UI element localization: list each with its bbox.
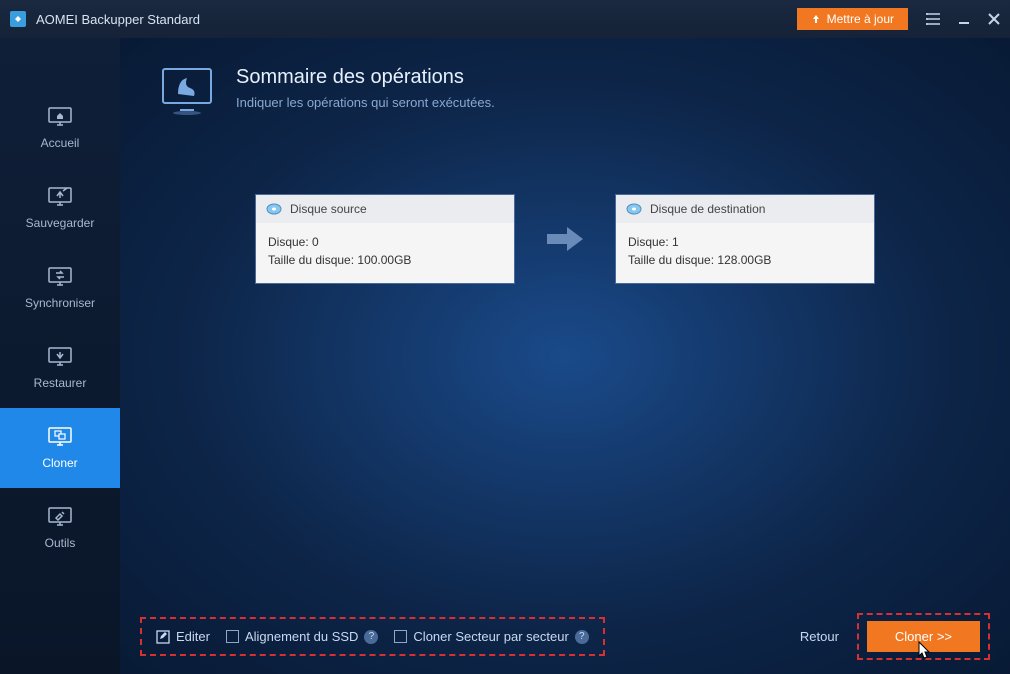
page-subtitle: Indiquer les opérations qui seront exécu… — [236, 95, 495, 110]
monitor-backup-icon — [47, 186, 73, 208]
options-highlight: Editer Alignement du SSD ? Cloner Secteu… — [140, 617, 605, 656]
source-panel-title: Disque source — [290, 202, 367, 216]
menu-icon[interactable] — [926, 13, 940, 25]
sidebar: Accueil Sauvegarder Synchroniser Restaur… — [0, 38, 120, 674]
sidebar-label: Outils — [45, 536, 76, 550]
help-icon[interactable]: ? — [575, 630, 589, 644]
dest-disk-size: Taille du disque: 128.00GB — [628, 251, 862, 269]
sector-clone-checkbox[interactable]: Cloner Secteur par secteur ? — [394, 629, 588, 644]
summary-monitor-icon — [160, 66, 214, 114]
window-controls — [926, 13, 1000, 25]
sidebar-item-clone[interactable]: Cloner — [0, 408, 120, 488]
dest-panel-title: Disque de destination — [650, 202, 765, 216]
monitor-clone-icon — [47, 426, 73, 448]
sidebar-item-sync[interactable]: Synchroniser — [0, 248, 120, 328]
edit-button[interactable]: Editer — [156, 629, 210, 644]
sidebar-item-restore[interactable]: Restaurer — [0, 328, 120, 408]
source-disk-number: Disque: 0 — [268, 233, 502, 251]
cursor-icon — [917, 640, 933, 660]
app-logo-icon — [10, 11, 26, 27]
source-disk-panel[interactable]: Disque source Disque: 0 Taille du disque… — [255, 194, 515, 284]
close-icon[interactable] — [988, 13, 1000, 25]
back-button[interactable]: Retour — [800, 629, 839, 644]
ssd-label: Alignement du SSD — [245, 629, 358, 644]
edit-label: Editer — [176, 629, 210, 644]
source-disk-size: Taille du disque: 100.00GB — [268, 251, 502, 269]
help-icon[interactable]: ? — [364, 630, 378, 644]
disk-icon — [626, 203, 642, 215]
destination-disk-panel[interactable]: Disque de destination Disque: 1 Taille d… — [615, 194, 875, 284]
upgrade-arrow-icon — [811, 14, 821, 24]
edit-icon — [156, 630, 170, 644]
minimize-icon[interactable] — [958, 13, 970, 25]
disk-icon — [266, 203, 282, 215]
disk-row: Disque source Disque: 0 Taille du disque… — [160, 194, 970, 284]
clone-highlight: Cloner >> — [857, 613, 990, 660]
bottom-bar: Editer Alignement du SSD ? Cloner Secteu… — [120, 613, 1010, 660]
checkbox-icon — [226, 630, 239, 643]
dest-disk-number: Disque: 1 — [628, 233, 862, 251]
app-title: AOMEI Backupper Standard — [36, 12, 797, 27]
sidebar-label: Sauvegarder — [26, 216, 95, 230]
titlebar: AOMEI Backupper Standard Mettre à jour — [0, 0, 1010, 38]
sector-label: Cloner Secteur par secteur — [413, 629, 568, 644]
monitor-home-icon — [47, 106, 73, 128]
upgrade-label: Mettre à jour — [827, 12, 894, 26]
page-header: Sommaire des opérations Indiquer les opé… — [160, 66, 970, 114]
sidebar-item-tools[interactable]: Outils — [0, 488, 120, 568]
sidebar-label: Synchroniser — [25, 296, 95, 310]
checkbox-icon — [394, 630, 407, 643]
upgrade-button[interactable]: Mettre à jour — [797, 8, 908, 30]
sidebar-label: Cloner — [42, 456, 77, 470]
monitor-tools-icon — [47, 506, 73, 528]
monitor-restore-icon — [47, 346, 73, 368]
page-title: Sommaire des opérations — [236, 66, 495, 89]
monitor-sync-icon — [47, 266, 73, 288]
ssd-alignment-checkbox[interactable]: Alignement du SSD ? — [226, 629, 378, 644]
arrow-right-icon — [545, 224, 585, 254]
sidebar-label: Restaurer — [34, 376, 87, 390]
sidebar-item-backup[interactable]: Sauvegarder — [0, 168, 120, 248]
sidebar-label: Accueil — [41, 136, 80, 150]
sidebar-item-home[interactable]: Accueil — [0, 88, 120, 168]
main-content: Sommaire des opérations Indiquer les opé… — [120, 38, 1010, 674]
